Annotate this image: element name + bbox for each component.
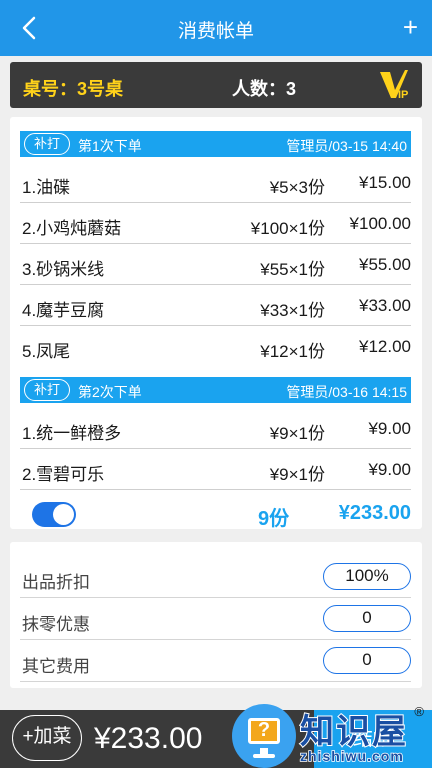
- item-name: 2.小鸡炖蘑菇: [22, 219, 122, 238]
- discount-input[interactable]: 100%: [323, 563, 411, 590]
- item-amount: ¥15.00: [359, 173, 411, 192]
- fee-label: 其它费用: [22, 657, 90, 676]
- order-item-row[interactable]: 4.魔芋豆腐 ¥33×1份 ¥33.00: [20, 285, 411, 326]
- item-price-qty: ¥55×1份: [260, 260, 325, 279]
- item-name: 1.油碟: [22, 178, 71, 197]
- toggle-knob: [53, 504, 74, 525]
- item-price-qty: ¥100×1份: [250, 219, 325, 238]
- fee-label: 出品折扣: [22, 573, 90, 592]
- item-amount: ¥55.00: [359, 255, 411, 274]
- item-price-qty: ¥33×1份: [260, 301, 325, 320]
- people-count: 人数：3: [232, 79, 297, 99]
- vip-icon: IP: [380, 70, 408, 101]
- order-header-2: 补打 第2次下单 管理员/03-16 14:15: [20, 377, 411, 403]
- order-item-row[interactable]: 3.砂锅米线 ¥55×1份 ¥55.00: [20, 244, 411, 285]
- item-name: 3.砂锅米线: [22, 260, 105, 279]
- order-header-1: 补打 第1次下单 管理员/03-15 14:40: [20, 131, 411, 157]
- item-price-qty: ¥12×1份: [260, 342, 325, 361]
- order-item-row[interactable]: 1.统一鲜橙多 ¥9×1份 ¥9.00: [20, 408, 411, 449]
- watermark-brand: 知识屋: [299, 712, 408, 752]
- monitor-base: [253, 754, 275, 758]
- item-amount: ¥33.00: [359, 296, 411, 315]
- detail-toggle-switch[interactable]: [32, 502, 76, 527]
- svg-text:IP: IP: [398, 89, 408, 101]
- item-amount: ¥9.00: [368, 419, 411, 438]
- table-number: 桌号：3号桌: [23, 79, 124, 99]
- top-navigation-bar: 消费帐单 +: [0, 0, 432, 56]
- order-item-row[interactable]: 1.油碟 ¥5×3份 ¥15.00: [20, 162, 411, 203]
- total-count: 9份: [258, 508, 290, 530]
- order-sequence: 第1次下单: [78, 138, 142, 154]
- item-amount: ¥12.00: [359, 337, 411, 356]
- item-name: 2.雪碧可乐: [22, 465, 105, 484]
- item-name: 4.魔芋豆腐: [22, 301, 105, 320]
- reprint-button[interactable]: 补打: [24, 379, 70, 401]
- reprint-button[interactable]: 补打: [24, 133, 70, 155]
- fee-row-rounding: 抹零优惠 0: [20, 598, 411, 640]
- item-amount: ¥100.00: [349, 214, 411, 233]
- order-item-row[interactable]: 2.雪碧可乐 ¥9×1份 ¥9.00: [20, 449, 411, 490]
- fees-card: 出品折扣 100% 抹零优惠 0 其它费用 0: [10, 542, 422, 688]
- order-operator-time: 管理员/03-16 14:15: [286, 384, 407, 400]
- registered-mark: ®: [414, 704, 424, 719]
- watermark-domain: zhishiwu.com: [299, 747, 404, 765]
- table-info-bar: 桌号：3号桌 人数：3 IP: [10, 62, 422, 108]
- order-item-row[interactable]: 2.小鸡炖蘑菇 ¥100×1份 ¥100.00: [20, 203, 411, 244]
- order-list-card: 补打 第1次下单 管理员/03-15 14:40 1.油碟 ¥5×3份 ¥15.…: [10, 117, 422, 530]
- question-mark-icon: ?: [257, 719, 271, 741]
- site-watermark: 知识屋 ® zhishiwu.com: [286, 702, 426, 768]
- item-name: 5.凤尾: [22, 342, 71, 361]
- fee-row-discount: 出品折扣 100%: [20, 556, 411, 598]
- item-price-qty: ¥9×1份: [269, 465, 325, 484]
- add-dish-button[interactable]: +加菜: [12, 715, 82, 761]
- item-amount: ¥9.00: [368, 460, 411, 479]
- item-name: 1.统一鲜橙多: [22, 424, 122, 443]
- rounding-discount-input[interactable]: 0: [323, 605, 411, 632]
- fee-row-other: 其它费用 0: [20, 640, 411, 682]
- summary-total: ¥233.00: [338, 502, 411, 524]
- bottom-total-amount: ¥233.00: [94, 722, 203, 755]
- page-title: 消费帐单: [177, 21, 254, 42]
- add-icon[interactable]: +: [403, 12, 418, 42]
- order-summary: 9份 ¥233.00: [20, 499, 411, 530]
- fee-label: 抹零优惠: [22, 615, 90, 634]
- order-operator-time: 管理员/03-15 14:40: [286, 138, 407, 154]
- order-sequence: 第2次下单: [78, 384, 142, 400]
- other-fee-input[interactable]: 0: [323, 647, 411, 674]
- item-price-qty: ¥5×3份: [269, 178, 325, 197]
- item-price-qty: ¥9×1份: [269, 424, 325, 443]
- order-item-row[interactable]: 5.凤尾 ¥12×1份 ¥12.00: [20, 326, 411, 367]
